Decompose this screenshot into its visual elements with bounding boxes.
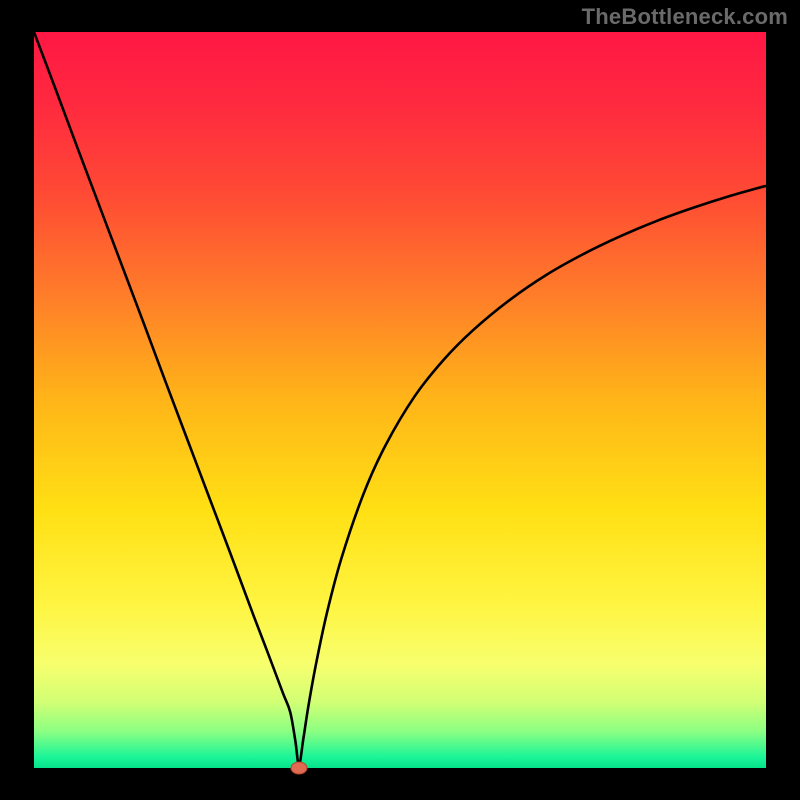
optimum-marker [291, 762, 307, 774]
bottleneck-chart [0, 0, 800, 800]
chart-frame: { "watermark": "TheBottleneck.com", "col… [0, 0, 800, 800]
plot-background [34, 32, 766, 768]
